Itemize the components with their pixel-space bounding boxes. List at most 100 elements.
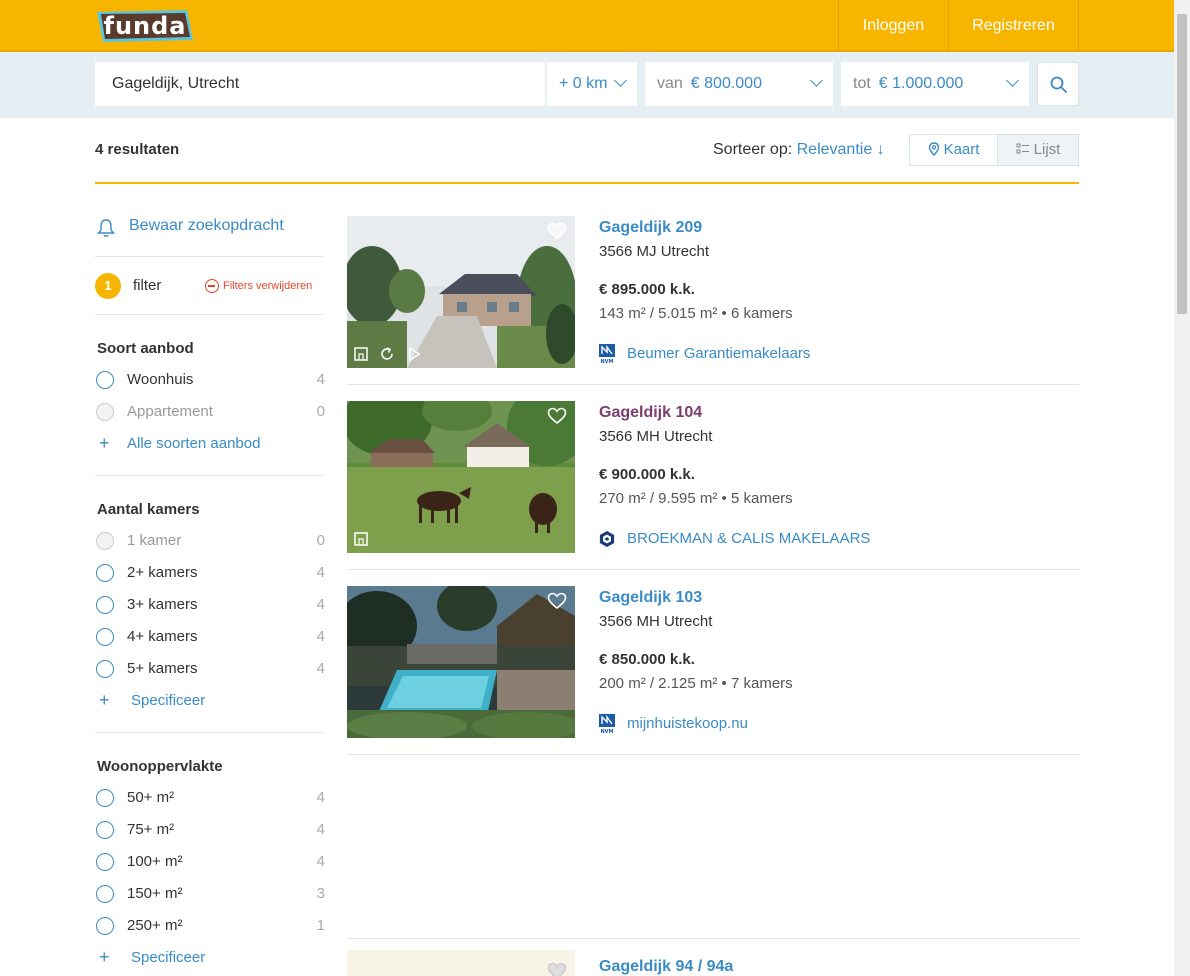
play-video-icon[interactable]: [406, 346, 422, 362]
filter-option-count: 4: [316, 789, 325, 806]
list-view-label: Lijst: [1033, 141, 1061, 158]
favorite-heart-icon[interactable]: [547, 222, 567, 240]
favorite-heart-icon[interactable]: [547, 592, 567, 610]
filter-option-count: 4: [316, 853, 325, 870]
page: funda Inloggen Registreren Gageldijk, Ut…: [0, 0, 1190, 976]
map-view-button[interactable]: Kaart: [910, 135, 998, 165]
filter-heading-woonoppervlakte: Woonoppervlakte: [97, 758, 223, 775]
agency-logo-icon: [599, 531, 615, 547]
filter-option[interactable]: 2+ kamers 4: [95, 562, 325, 584]
filter-option[interactable]: 250+ m² 1: [95, 915, 325, 937]
filter-option[interactable]: 100+ m² 4: [95, 851, 325, 873]
filter-option-count: 4: [316, 660, 325, 677]
radio-button[interactable]: [96, 371, 114, 389]
filter-label: filter: [133, 277, 162, 294]
filter-option[interactable]: 75+ m² 4: [95, 819, 325, 841]
filter-option[interactable]: 150+ m² 3: [95, 883, 325, 905]
clear-filters-label: Filters verwijderen: [223, 280, 313, 292]
filter-option-label: 50+ m²: [127, 789, 175, 806]
scrollbar[interactable]: [1174, 0, 1190, 976]
favorite-heart-icon[interactable]: [547, 962, 567, 976]
filter-option[interactable]: 5+ kamers 4: [95, 658, 325, 680]
listing-photo[interactable]: [347, 401, 575, 553]
plus-icon: +: [99, 947, 110, 967]
filter-option-count: 0: [316, 403, 325, 420]
listing-card[interactable]: Gageldijk 94 / 94a: [347, 950, 1079, 976]
price-from-select[interactable]: van € 800.000: [645, 62, 833, 106]
filter-count-badge: 1: [95, 273, 121, 299]
filter-option[interactable]: Woonhuis 4: [95, 369, 325, 391]
listing-price: € 900.000 k.k.: [599, 466, 695, 483]
listing-title[interactable]: Gageldijk 104: [599, 404, 702, 422]
filter-option-count: 4: [316, 596, 325, 613]
map-view-label: Kaart: [943, 141, 980, 158]
filter-option-label: 150+ m²: [127, 885, 183, 902]
listing-zip: 3566 MH Utrecht: [599, 613, 713, 630]
filter-option-label: 100+ m²: [127, 853, 183, 870]
house-photo: [347, 401, 575, 553]
rotate-360-icon[interactable]: [379, 346, 395, 362]
radio-button: [96, 532, 114, 550]
view-toggle: Kaart Lijst: [909, 134, 1079, 166]
radio-button[interactable]: [96, 628, 114, 646]
bookmark-icon[interactable]: [353, 346, 369, 362]
photo-controls: [353, 531, 375, 549]
clear-filters-button[interactable]: Filters verwijderen: [205, 275, 312, 297]
listing-specs: 270 m² / 9.595 m² • 5 kamers: [599, 490, 793, 507]
filter-option[interactable]: 3+ kamers 4: [95, 594, 325, 616]
price-from-prefix: van: [657, 75, 683, 92]
radio-button[interactable]: [96, 885, 114, 903]
listing-photo[interactable]: [347, 950, 575, 976]
save-search-button[interactable]: Bewaar zoekopdracht: [95, 215, 323, 239]
listing-photo[interactable]: [347, 216, 575, 368]
login-link[interactable]: Inloggen: [838, 0, 948, 52]
filter-option-label: 4+ kamers: [127, 628, 198, 645]
filter-option[interactable]: 4+ kamers 4: [95, 626, 325, 648]
sort-control[interactable]: Sorteer op: Relevantie ↓: [713, 141, 885, 159]
agent-name: mijnhuistekoop.nu: [627, 715, 748, 732]
radio-button[interactable]: [96, 917, 114, 935]
listing-photo[interactable]: [347, 586, 575, 738]
favorite-heart-icon[interactable]: [547, 407, 567, 425]
radio-button[interactable]: [96, 596, 114, 614]
radio-button[interactable]: [96, 789, 114, 807]
active-filters: 1 filter Filters verwijderen: [95, 273, 323, 299]
logo-text: funda: [103, 12, 187, 40]
bookmark-icon[interactable]: [353, 531, 369, 547]
listing-title[interactable]: Gageldijk 209: [599, 219, 702, 237]
map-pin-icon: [928, 142, 939, 156]
filter-option-label: Appartement: [127, 403, 213, 420]
filter-option-count: 4: [316, 371, 325, 388]
listing-card[interactable]: Gageldijk 104 3566 MH Utrecht € 900.000 …: [347, 401, 1079, 570]
sort-label: Sorteer op:: [713, 141, 793, 158]
listing-card[interactable]: Gageldijk 103 3566 MH Utrecht € 850.000 …: [347, 586, 1079, 755]
chevron-down-icon: [1006, 74, 1019, 87]
more-soort-label: Alle soorten aanbod: [127, 435, 261, 452]
radio-button[interactable]: [96, 660, 114, 678]
divider: [95, 256, 323, 257]
price-to-value: € 1.000.000: [878, 75, 964, 92]
funda-logo[interactable]: funda: [95, 8, 195, 44]
listing-title[interactable]: Gageldijk 94 / 94a: [599, 958, 733, 976]
search-button[interactable]: [1037, 62, 1079, 106]
agent-name: BROEKMAN & CALIS MAKELAARS: [627, 530, 871, 547]
price-to-select[interactable]: tot € 1.000.000: [841, 62, 1029, 106]
sort-value[interactable]: Relevantie ↓: [797, 141, 885, 158]
listing-card[interactable]: Gageldijk 209 3566 MJ Utrecht € 895.000 …: [347, 216, 1079, 385]
radius-select[interactable]: + 0 km: [546, 62, 637, 106]
radio-button[interactable]: [96, 564, 114, 582]
listing-price: € 895.000 k.k.: [599, 281, 695, 298]
scrollbar-thumb[interactable]: [1177, 14, 1187, 314]
location-search-input[interactable]: Gageldijk, Utrecht: [95, 62, 545, 106]
filter-option[interactable]: 50+ m² 4: [95, 787, 325, 809]
nvm-logo-icon: NVM: [599, 344, 615, 364]
filter-option-count: 3: [316, 885, 325, 902]
listing-title[interactable]: Gageldijk 103: [599, 589, 702, 607]
radio-button: [96, 403, 114, 421]
bell-icon: [97, 219, 115, 237]
nvm-logo-icon: NVM: [599, 714, 615, 734]
radio-button[interactable]: [96, 853, 114, 871]
radio-button[interactable]: [96, 821, 114, 839]
register-link[interactable]: Registreren: [948, 0, 1079, 52]
list-view-button[interactable]: Lijst: [998, 135, 1078, 165]
